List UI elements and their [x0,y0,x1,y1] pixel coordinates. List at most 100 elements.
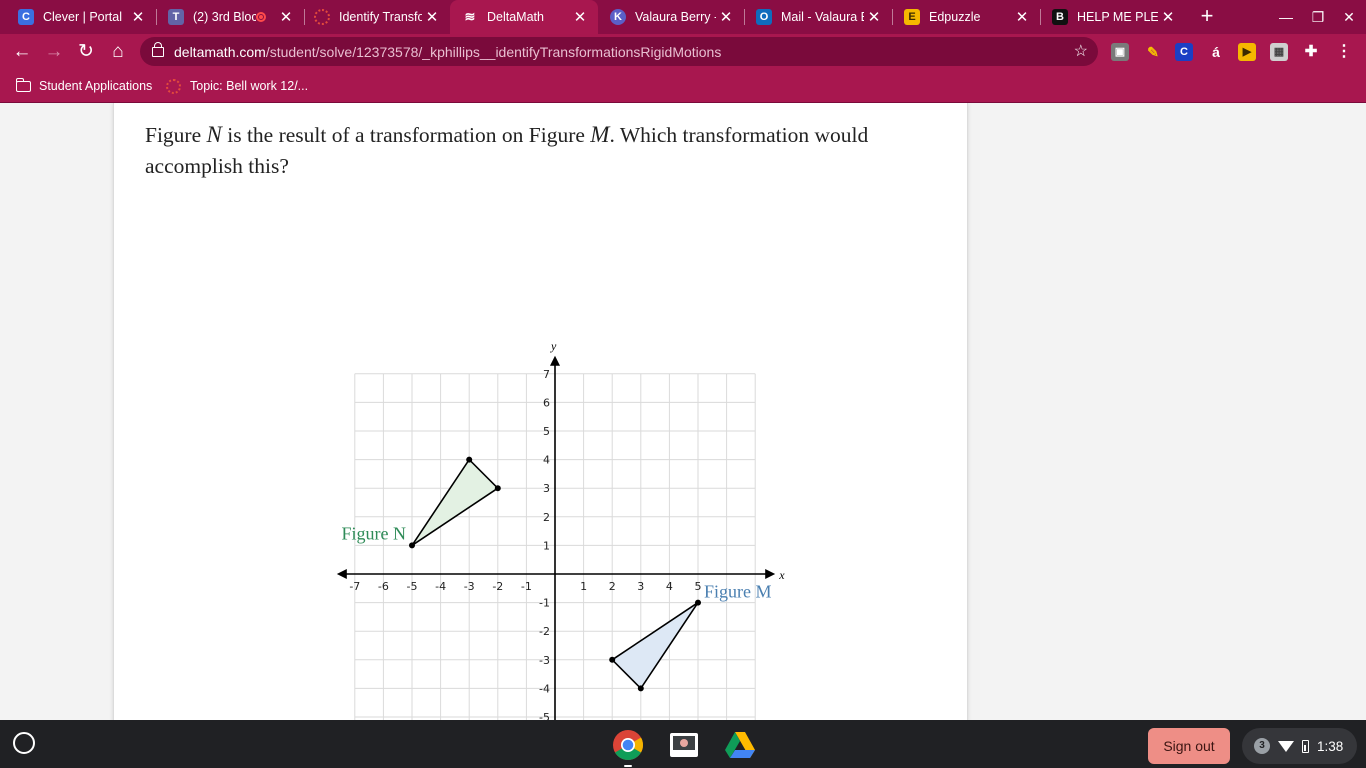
tab-edpuzzle[interactable]: E Edpuzzle ✕ [892,0,1040,34]
tab-title: HELP ME PLEA [1077,10,1158,24]
browser-toolbar: ← → ↻ ⌂ deltamath.com/student/solve/1237… [0,34,1366,69]
tab-identify-transformations[interactable]: Identify Transfo ✕ [304,0,450,34]
close-icon[interactable]: ✕ [716,8,736,26]
x-tick-label: -1 [521,580,532,593]
tab-title: Valaura Berry - [635,10,716,24]
puzzle-icon[interactable]: ✚ [1302,43,1320,61]
qr-extension-icon[interactable]: ▦ [1270,43,1288,61]
site-info-icon[interactable] [152,41,164,57]
restore-button[interactable]: ❐ [1303,5,1333,29]
figure-m-label: Figure M [704,582,772,602]
x-axis-label: x [778,568,785,582]
tab-deltamath[interactable]: ≋ DeltaMath ✕ [450,0,598,34]
url-text: deltamath.com/student/solve/12373578/_kp… [174,44,721,60]
url-path: /student/solve/12373578/_kphillips__iden… [265,43,722,60]
launcher-icon[interactable] [13,732,35,754]
back-button[interactable]: ← [8,38,36,66]
question-text: Figure N is the result of a transformati… [145,119,945,182]
y-tick-label: -1 [539,597,550,610]
system-tray[interactable]: 3 1:38 [1242,728,1357,764]
y-tick-label: -3 [539,654,550,667]
x-tick-label: 3 [637,580,644,593]
tab-outlook[interactable]: O Mail - Valaura E ✕ [744,0,892,34]
close-icon[interactable]: ✕ [276,8,296,26]
y-tick-label: 2 [543,511,550,524]
problem-card: Figure N is the result of a transformati… [113,103,968,720]
clock-time: 1:38 [1317,738,1344,754]
x-tick-label: -6 [378,580,389,593]
google-drive-icon[interactable] [723,728,757,762]
y-tick-label: 4 [543,454,550,467]
x-tick-label: -5 [407,580,418,593]
page-content: Figure N is the result of a transformati… [0,103,1366,720]
clever-extension-icon[interactable]: C [1175,43,1193,61]
tab-kami[interactable]: K Valaura Berry - ✕ [598,0,744,34]
close-window-button[interactable]: ✕ [1334,5,1364,29]
bookmark-student-applications[interactable]: Student Applications [15,76,152,96]
figure-n-label: Figure N [342,523,407,543]
close-icon[interactable]: ✕ [1158,8,1178,26]
figure-n-triangle [411,458,500,547]
y-axis-label: y [550,339,557,353]
bookmark-star-icon[interactable]: ☆ [1074,41,1088,61]
figure-n-vertex [466,456,473,463]
forward-button[interactable]: → [40,38,68,66]
edpuzzle-icon: E [904,9,920,25]
y-tick-label: 5 [543,425,550,438]
canvas-icon [314,9,330,25]
folder-icon [15,77,31,92]
tab-brainly[interactable]: B HELP ME PLEA ✕ [1040,0,1186,34]
x-axis-arrow-right [765,569,776,579]
edpuzzle-extension-icon[interactable]: ▶ [1238,43,1256,61]
x-tick-label: 2 [609,580,616,593]
recording-icon [256,12,266,22]
reload-button[interactable]: ↻ [72,38,100,66]
camera-app-icon[interactable] [667,728,701,762]
pencil-extension-icon[interactable]: ✎ [1144,43,1162,61]
y-tick-label: 7 [543,368,550,381]
coordinate-plane: xy-7-6-5-4-3-2-1123457654321-1-2-3-4-5-6… [336,339,785,720]
tab-title: (2) 3rd Bloc [193,10,256,24]
chrome-icon[interactable] [611,728,645,762]
wifi-icon [1278,740,1294,752]
extension-icon[interactable]: ▣ [1111,43,1129,61]
menu-dots-icon[interactable]: ⋮ [1335,43,1353,61]
y-tick-label: 6 [543,396,550,409]
url-host: deltamath.com [174,43,266,60]
accent-extension-icon[interactable]: á [1207,43,1225,61]
close-icon[interactable]: ✕ [1012,8,1032,26]
bookmarks-bar: Student Applications Topic: Bell work 12… [0,69,1366,103]
minimize-button[interactable]: — [1271,5,1301,29]
figure-n-vertex [494,485,501,492]
canvas-icon [166,78,181,94]
close-icon[interactable]: ✕ [864,8,884,26]
close-icon[interactable]: ✕ [422,8,442,26]
clever-icon: C [18,9,34,25]
tab-clever[interactable]: C Clever | Portal ✕ [0,0,156,34]
x-tick-label: 4 [666,580,673,593]
battery-icon [1302,739,1309,753]
x-tick-label: -2 [492,580,503,593]
x-tick-label: 1 [580,580,587,593]
figure-m-triangle [610,601,699,690]
kami-icon: K [610,9,626,25]
close-icon[interactable]: ✕ [570,8,590,26]
figure-m-vertex [695,599,701,606]
tab-title: Edpuzzle [929,10,981,24]
tab-teams[interactable]: T (2) 3rd Bloc ✕ [156,0,304,34]
variable-n: N [206,122,222,147]
y-axis-arrow-up [550,355,560,366]
tab-strip: C Clever | Portal ✕ T (2) 3rd Bloc ✕ Ide… [0,0,1366,34]
home-button[interactable]: ⌂ [104,38,132,66]
bookmark-bell-work[interactable]: Topic: Bell work 12/... [166,76,308,96]
sign-out-button[interactable]: Sign out [1148,728,1230,764]
y-tick-label: 3 [543,482,550,495]
address-bar[interactable]: deltamath.com/student/solve/12373578/_kp… [140,37,1098,66]
notification-count: 3 [1254,738,1270,754]
tab-title: Identify Transfo [339,10,422,24]
new-tab-button[interactable]: + [1194,3,1220,29]
close-icon[interactable]: ✕ [128,8,148,26]
variable-m: M [590,122,610,147]
os-shelf: Sign out 3 1:38 [0,720,1366,768]
tab-title: Mail - Valaura E [781,10,864,24]
